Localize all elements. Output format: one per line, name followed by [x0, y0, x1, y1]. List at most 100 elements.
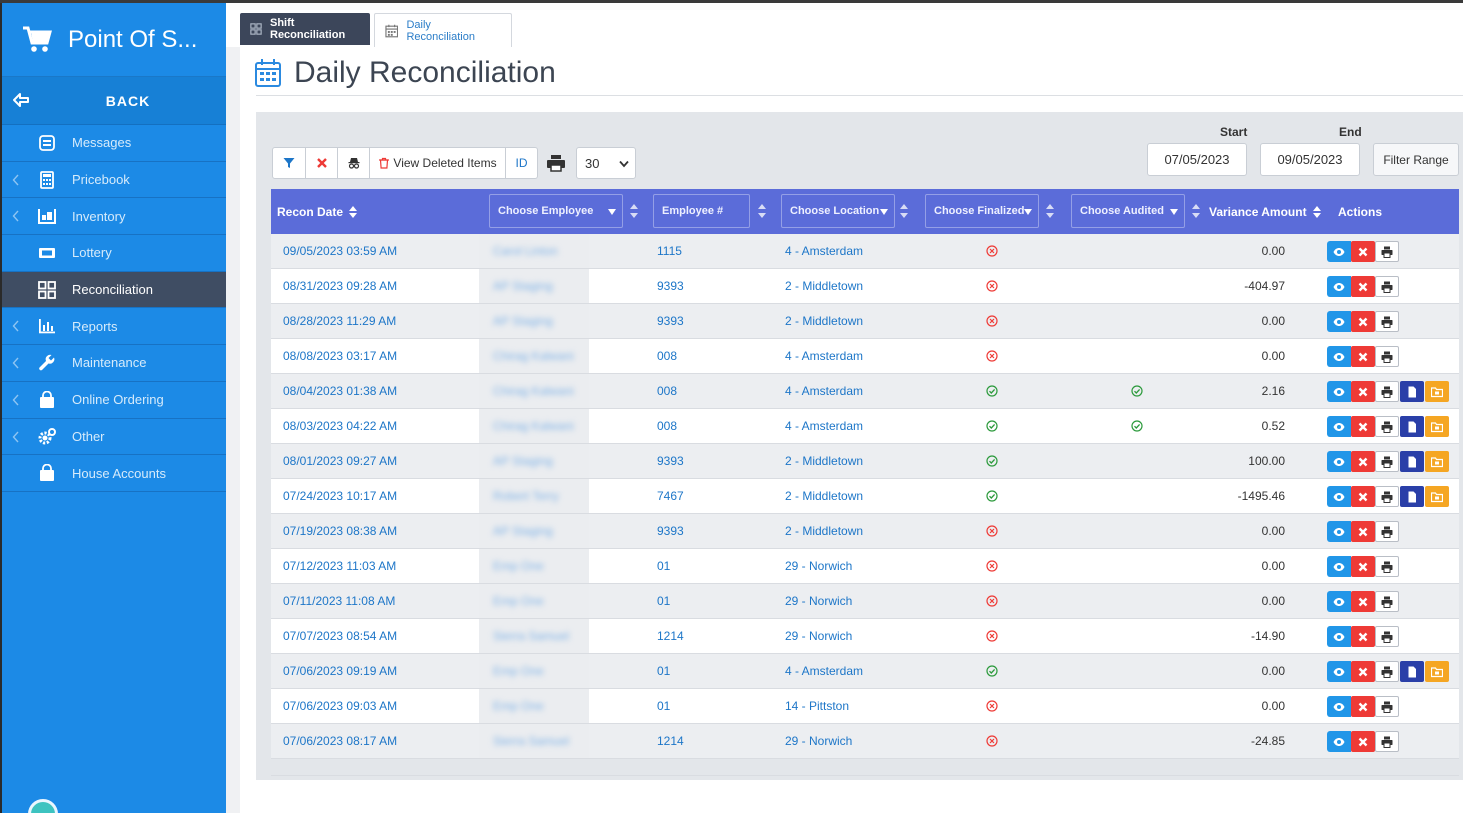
sort-icon[interactable] — [1045, 203, 1055, 219]
employee-number[interactable]: 008 — [657, 409, 677, 443]
employee-number-filter[interactable]: Employee # — [653, 194, 750, 228]
delete-button[interactable] — [1351, 521, 1375, 542]
delete-button[interactable] — [1351, 276, 1375, 297]
recon-date-link[interactable]: 08/28/2023 11:29 AM — [283, 304, 396, 338]
document-button[interactable] — [1400, 381, 1424, 402]
export-button[interactable] — [1425, 661, 1449, 682]
table-row[interactable]: 08/31/2023 09:28 AM AP Staging 9393 2 - Mid… — [271, 269, 1459, 304]
recon-date-link[interactable]: 08/04/2023 01:38 AM — [283, 374, 397, 408]
table-row[interactable]: 07/24/2023 10:17 AM Robert Terry 7467 2 - M… — [271, 479, 1459, 514]
print-button[interactable] — [1375, 591, 1399, 612]
location-link[interactable]: 29 - Norwich — [785, 724, 852, 758]
table-row[interactable]: 08/01/2023 09:27 AM AP Staging 9393 2 - Mid… — [271, 444, 1459, 479]
print-button[interactable] — [1375, 556, 1399, 577]
recon-date-link[interactable]: 07/07/2023 08:54 AM — [283, 619, 397, 653]
export-button[interactable] — [1425, 416, 1449, 437]
id-toggle-button[interactable]: ID — [506, 147, 538, 179]
print-button[interactable] — [1375, 381, 1399, 402]
location-link[interactable]: 4 - Amsterdam — [785, 339, 863, 373]
recon-date-link[interactable]: 07/06/2023 09:19 AM — [283, 654, 397, 688]
brand[interactable]: Point Of S... — [2, 3, 226, 77]
recon-date-link[interactable]: 08/03/2023 04:22 AM — [283, 409, 397, 443]
print-button[interactable] — [1375, 626, 1399, 647]
recon-date-link[interactable]: 09/05/2023 03:59 AM — [283, 234, 397, 268]
location-link[interactable]: 2 - Middletown — [785, 479, 863, 513]
view-button[interactable] — [1327, 661, 1351, 682]
table-row[interactable]: 07/19/2023 08:38 AM AP Staging 9393 2 - Mid… — [271, 514, 1459, 549]
sort-icon[interactable] — [757, 203, 767, 219]
delete-button[interactable] — [1351, 591, 1375, 612]
delete-button[interactable] — [1351, 661, 1375, 682]
view-button[interactable] — [1327, 311, 1351, 332]
table-row[interactable]: 07/07/2023 08:54 AM Sierra Samuel 1214 29 -… — [271, 619, 1459, 654]
document-button[interactable] — [1400, 416, 1424, 437]
print-button[interactable] — [1375, 311, 1399, 332]
employee-number[interactable]: 1214 — [657, 619, 684, 653]
delete-button[interactable] — [1351, 416, 1375, 437]
location-link[interactable]: 2 - Middletown — [785, 514, 863, 548]
table-row[interactable]: 07/06/2023 08:17 AM Sierra Samuel 1214 29 -… — [271, 724, 1459, 759]
recon-date-link[interactable]: 07/06/2023 08:17 AM — [283, 724, 397, 758]
filter-button[interactable] — [272, 147, 306, 179]
location-link[interactable]: 14 - Pittston — [785, 689, 849, 723]
view-button[interactable] — [1327, 731, 1351, 752]
print-button[interactable] — [1375, 416, 1399, 437]
print-button[interactable] — [1375, 521, 1399, 542]
employee-number[interactable]: 9393 — [657, 444, 684, 478]
incognito-button[interactable] — [338, 147, 370, 179]
employee-number[interactable]: 9393 — [657, 514, 684, 548]
employee-number[interactable]: 9393 — [657, 304, 684, 338]
audited-filter-select[interactable]: Choose Audited — [1071, 194, 1185, 228]
location-link[interactable]: 29 - Norwich — [785, 619, 852, 653]
sidebar-item-pricebook[interactable]: Pricebook — [2, 162, 226, 199]
recon-date-link[interactable]: 07/06/2023 09:03 AM — [283, 689, 397, 723]
clear-filter-button[interactable] — [306, 147, 338, 179]
delete-button[interactable] — [1351, 731, 1375, 752]
employee-number[interactable]: 01 — [657, 584, 670, 618]
table-row[interactable]: 08/03/2023 04:22 AM Chirag Kalwani 008 4 - … — [271, 409, 1459, 444]
document-button[interactable] — [1400, 451, 1424, 472]
location-link[interactable]: 4 - Amsterdam — [785, 234, 863, 268]
employee-number[interactable]: 7467 — [657, 479, 684, 513]
recon-date-link[interactable]: 08/01/2023 09:27 AM — [283, 444, 397, 478]
print-button[interactable] — [1375, 486, 1399, 507]
location-link[interactable]: 2 - Middletown — [785, 444, 863, 478]
document-button[interactable] — [1400, 486, 1424, 507]
end-date-input[interactable]: 09/05/2023 — [1260, 143, 1360, 176]
delete-button[interactable] — [1351, 311, 1375, 332]
recon-date-header[interactable]: Recon Date — [277, 189, 358, 234]
sidebar-item-reconciliation[interactable]: Reconciliation — [2, 271, 226, 309]
delete-button[interactable] — [1351, 626, 1375, 647]
view-button[interactable] — [1327, 381, 1351, 402]
location-link[interactable]: 2 - Middletown — [785, 269, 863, 303]
view-button[interactable] — [1327, 486, 1351, 507]
sidebar-item-online-ordering[interactable]: Online Ordering — [2, 382, 226, 419]
delete-button[interactable] — [1351, 696, 1375, 717]
table-row[interactable]: 08/28/2023 11:29 AM AP Staging 9393 2 - Mid… — [271, 304, 1459, 339]
view-button[interactable] — [1327, 556, 1351, 577]
employee-number[interactable]: 008 — [657, 374, 677, 408]
sidebar-item-messages[interactable]: Messages — [2, 125, 226, 162]
location-link[interactable]: 29 - Norwich — [785, 584, 852, 618]
view-button[interactable] — [1327, 241, 1351, 262]
view-button[interactable] — [1327, 696, 1351, 717]
employee-number[interactable]: 01 — [657, 549, 670, 583]
location-link[interactable]: 4 - Amsterdam — [785, 409, 863, 443]
export-button[interactable] — [1425, 451, 1449, 472]
view-button[interactable] — [1327, 451, 1351, 472]
employee-number[interactable]: 1214 — [657, 724, 684, 758]
sort-icon[interactable] — [1191, 203, 1201, 219]
export-button[interactable] — [1425, 486, 1449, 507]
view-deleted-button[interactable]: View Deleted Items — [370, 147, 506, 179]
print-button[interactable] — [1375, 451, 1399, 472]
recon-date-link[interactable]: 07/12/2023 11:03 AM — [283, 549, 396, 583]
print-button[interactable] — [1375, 731, 1399, 752]
table-row[interactable]: 08/08/2023 03:17 AM Chirag Kalwani 008 4 - … — [271, 339, 1459, 374]
delete-button[interactable] — [1351, 451, 1375, 472]
delete-button[interactable] — [1351, 381, 1375, 402]
table-row[interactable]: 07/11/2023 11:08 AM Emp One 01 29 - Norwich… — [271, 584, 1459, 619]
view-button[interactable] — [1327, 416, 1351, 437]
view-button[interactable] — [1327, 276, 1351, 297]
sort-icon[interactable] — [899, 203, 909, 219]
location-filter-select[interactable]: Choose Location — [781, 194, 895, 228]
